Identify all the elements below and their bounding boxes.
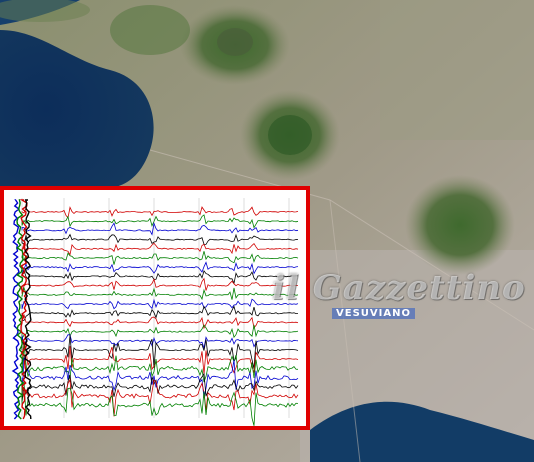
watermark-logo: il Gazzettino VESUVIANO <box>270 268 525 338</box>
seismogram-trace <box>21 324 299 340</box>
seismogram-trace <box>21 214 299 229</box>
seismogram-trace <box>21 242 299 256</box>
seismogram-trace <box>21 222 299 236</box>
seismogram-trace <box>21 206 299 219</box>
seismogram-trace <box>21 298 299 310</box>
seismogram-trace <box>21 305 299 321</box>
seismogram-plot <box>11 198 299 426</box>
seismogram-spike <box>11 199 21 420</box>
photo-stage: il Gazzettino VESUVIANO <box>0 0 534 462</box>
seismogram-trace <box>21 251 299 265</box>
seismogram-trace <box>21 277 299 294</box>
seismogram-trace <box>21 286 299 301</box>
seismogram-spike <box>24 199 32 420</box>
seismogram-trace <box>21 269 298 285</box>
watermark-brand-tagline: VESUVIANO <box>332 308 415 319</box>
watermark-brand-name: il Gazzettino <box>272 268 526 308</box>
seismogram-trace <box>21 313 299 330</box>
seismogram-trace <box>21 261 299 275</box>
seismogram-inset <box>0 186 310 430</box>
seismogram-trace <box>21 233 299 245</box>
